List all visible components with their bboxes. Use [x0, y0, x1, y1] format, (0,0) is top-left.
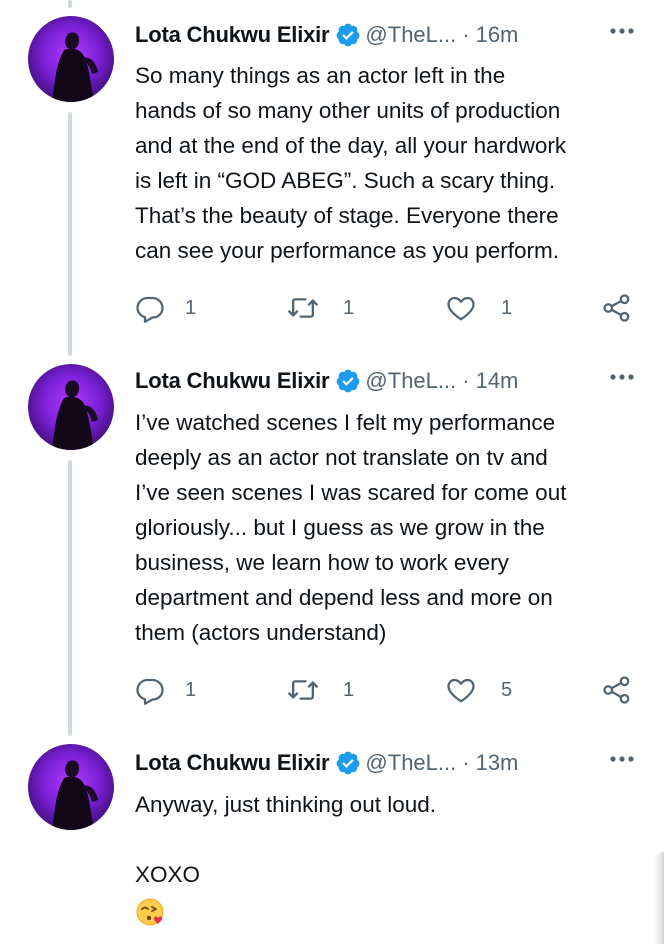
author-handle[interactable]: @TheL...: [365, 22, 456, 48]
author-handle[interactable]: @TheL...: [365, 368, 456, 394]
verified-badge-icon: [337, 369, 360, 393]
tweet-text: So many things as an actor left in the h…: [135, 58, 635, 268]
like-button[interactable]: 1: [445, 291, 512, 325]
tweet-actions: 1 1 1: [135, 291, 635, 325]
more-options-icon[interactable]: [609, 372, 635, 382]
reply-count: 1: [185, 296, 197, 319]
separator-dot: ·: [462, 22, 470, 47]
thread-connector: [68, 460, 72, 736]
verified-badge-icon: [337, 23, 360, 47]
author-name[interactable]: Lota Chukwu Elixir: [135, 750, 330, 776]
tweet-text-line: them (actors understand): [135, 620, 387, 645]
more-options-icon[interactable]: [609, 754, 635, 764]
author-name[interactable]: Lota Chukwu Elixir: [135, 368, 330, 394]
avatar[interactable]: [28, 744, 114, 830]
tweet-header: Lota Chukwu Elixir @TheL... · 13m: [135, 748, 635, 778]
reply-icon: [136, 296, 164, 323]
tweet-text-line: hands of so many other units of producti…: [135, 98, 561, 123]
like-count: 1: [501, 296, 513, 319]
retweet-icon: [288, 680, 318, 700]
share-button[interactable]: [602, 673, 632, 707]
edge-scroll-indicator: [652, 852, 664, 944]
tweet-text-line: That’s the beauty of stage. Everyone the…: [135, 203, 559, 228]
tweet-header: Lota Chukwu Elixir @TheL... · 16m: [135, 20, 635, 50]
reply-button[interactable]: 1: [135, 673, 196, 707]
tweet-text-line: So many things as an actor left in the: [135, 63, 506, 88]
tweet-text-line: deeply as an actor not translate on tv a…: [135, 445, 548, 470]
tweet-text-line: and at the end of the day, all your hard…: [135, 133, 567, 158]
retweet-count: 1: [343, 296, 355, 319]
tweet-text-line: [135, 822, 635, 857]
tweet-thread: Lota Chukwu Elixir @TheL... · 16m So man…: [0, 0, 664, 944]
tweet-text-line: business, we learn how to work every: [135, 550, 509, 575]
tweet-text-line: department and depend less and more on: [135, 585, 553, 610]
reply-count: 1: [185, 678, 197, 701]
tweet-header: Lota Chukwu Elixir @TheL... · 14m: [135, 366, 635, 396]
face-blowing-a-kiss-emoji-icon: [136, 898, 164, 926]
tweet-text: Anyway, just thinking out loud. XOXO: [135, 787, 635, 938]
heart-icon: [447, 678, 475, 703]
tweet-text-line: can see your performance as you perform.: [135, 238, 559, 263]
like-count: 5: [501, 678, 513, 701]
tweet-actions: 1 1 5: [135, 673, 635, 707]
verified-badge-icon: [337, 751, 360, 775]
tweet-text: I’ve watched scenes I felt my performanc…: [135, 405, 635, 650]
timestamp[interactable]: 14m: [476, 368, 519, 394]
tweet-text-line: gloriously... but I guess as we grow in …: [135, 515, 545, 540]
reply-button[interactable]: 1: [135, 291, 196, 325]
retweet-button[interactable]: 1: [287, 673, 354, 707]
separator-dot: ·: [462, 750, 470, 775]
share-icon: [603, 676, 630, 704]
timestamp[interactable]: 13m: [476, 750, 519, 776]
author-name[interactable]: Lota Chukwu Elixir: [135, 22, 330, 48]
retweet-button[interactable]: 1: [287, 291, 354, 325]
tweet-text-line: I’ve seen scenes I was scared for come o…: [135, 480, 567, 505]
retweet-count: 1: [343, 678, 355, 701]
reply-icon: [136, 678, 164, 705]
tweet-text-line: Anyway, just thinking out loud.: [135, 792, 437, 817]
share-icon: [603, 294, 630, 322]
more-options-icon[interactable]: [609, 26, 635, 36]
tweet-text-line: XOXO: [135, 862, 201, 887]
retweet-icon: [288, 298, 318, 318]
avatar[interactable]: [28, 364, 114, 450]
author-handle[interactable]: @TheL...: [365, 750, 456, 776]
heart-icon: [447, 296, 475, 321]
share-button[interactable]: [602, 291, 632, 325]
tweet-text-line: I’ve watched scenes I felt my performanc…: [135, 410, 556, 435]
thread-connector: [68, 112, 72, 356]
separator-dot: ·: [462, 368, 470, 393]
thread-connector: [68, 0, 72, 8]
timestamp[interactable]: 16m: [476, 22, 519, 48]
avatar[interactable]: [28, 16, 114, 102]
like-button[interactable]: 5: [445, 673, 512, 707]
tweet-text-line: is left in “GOD ABEG”. Such a scary thin…: [135, 168, 556, 193]
